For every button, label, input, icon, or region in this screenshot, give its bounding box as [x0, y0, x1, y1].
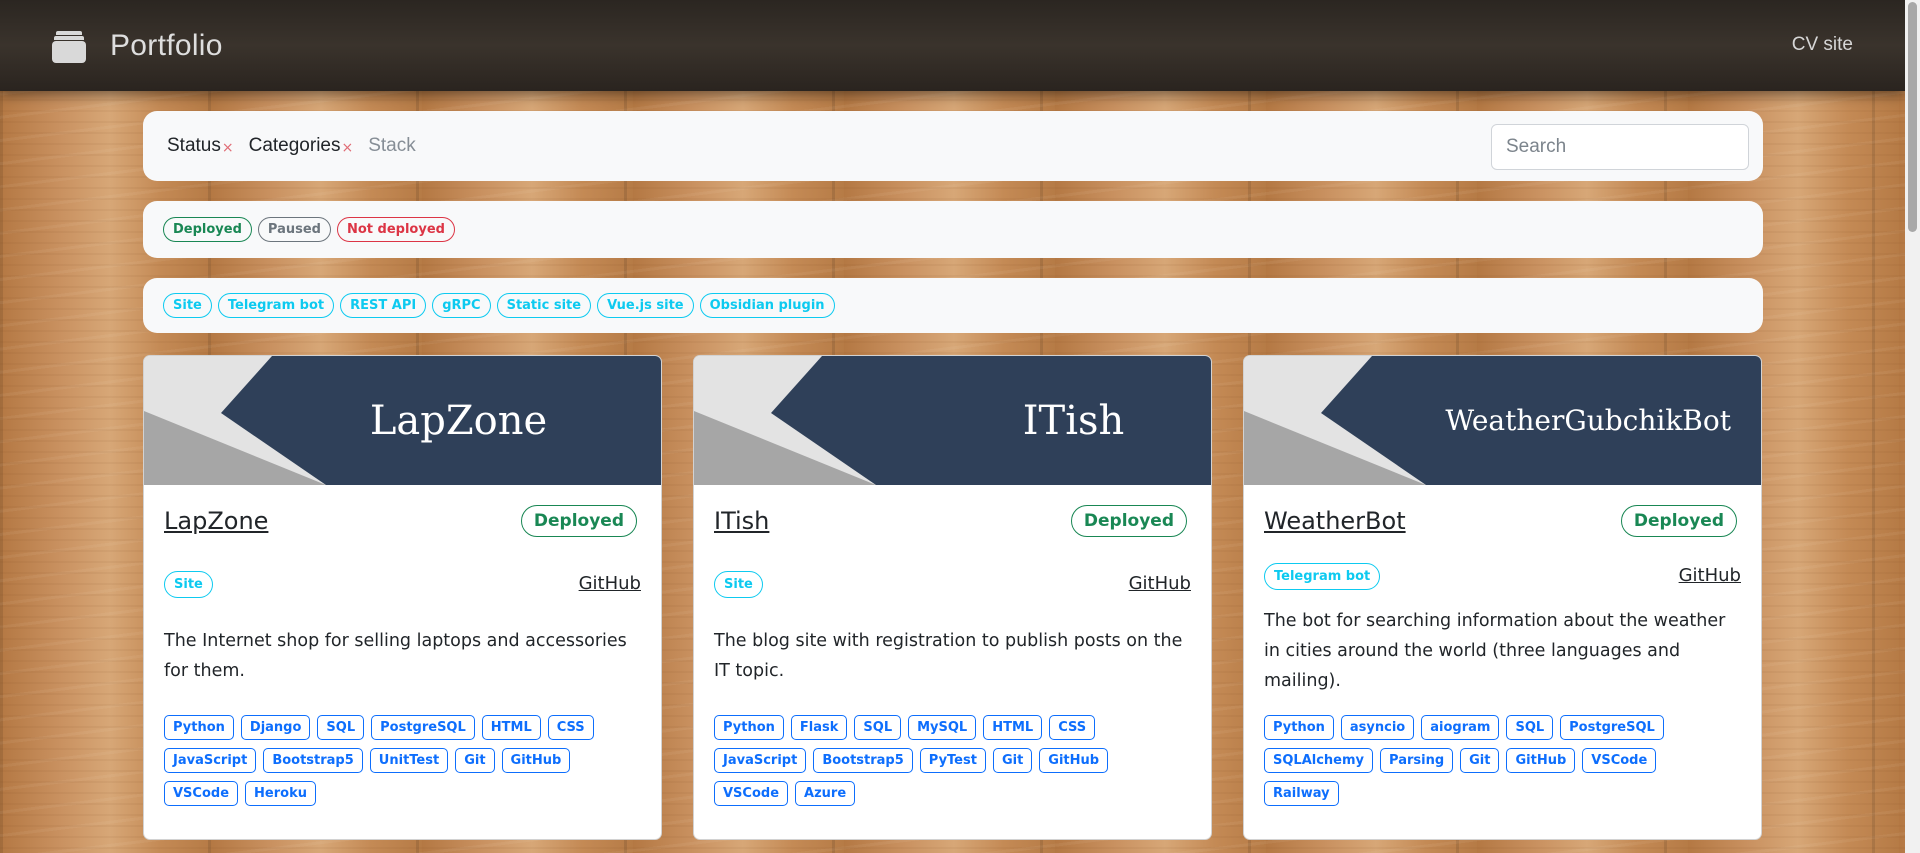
- project-description: The Internet shop for selling laptops an…: [164, 631, 627, 681]
- banner-title: WeatherGubchikBot: [1445, 404, 1731, 437]
- tech-tag: HTML: [983, 715, 1043, 740]
- cv-site-link[interactable]: CV site: [1792, 34, 1853, 56]
- tech-tag: Django: [240, 715, 311, 740]
- project-title-link[interactable]: ITish: [714, 507, 769, 535]
- status-option-paused[interactable]: Paused: [257, 217, 331, 242]
- github-link[interactable]: GitHub: [1679, 565, 1741, 586]
- status-option-deployed[interactable]: Deployed: [163, 217, 252, 242]
- tech-tag: GitHub: [501, 748, 571, 773]
- stack-filter-toggle[interactable]: Stack: [368, 135, 416, 157]
- status-filter-clear-icon[interactable]: ×: [222, 140, 234, 156]
- banner-title: ITish: [1022, 397, 1125, 444]
- status-filter-toggle[interactable]: Status ×: [167, 135, 234, 157]
- brand-name: Portfolio: [110, 28, 223, 62]
- project-description: The bot for searching information about …: [1264, 611, 1726, 691]
- category-badge: Telegram bot: [1264, 563, 1381, 590]
- tech-tag: SQL: [1506, 715, 1554, 740]
- categories-filter-label: Categories: [248, 135, 341, 156]
- project-banner: LapZone: [144, 356, 661, 485]
- tech-tag: Heroku: [245, 781, 316, 806]
- tech-tag: CSS: [547, 715, 594, 740]
- tech-tag: GitHub: [1506, 748, 1576, 773]
- tech-tag: PostgreSQL: [1560, 715, 1664, 740]
- scrollbar-thumb[interactable]: [1908, 2, 1917, 232]
- project-card: ITish ITish Deployed Site GitHub The blo…: [693, 355, 1212, 840]
- status-filter-label: Status: [167, 135, 221, 156]
- top-navbar: Portfolio CV site: [0, 0, 1905, 91]
- project-title-link[interactable]: LapZone: [164, 507, 268, 535]
- tech-tag: PostgreSQL: [371, 715, 475, 740]
- layers-icon: [52, 29, 86, 63]
- tech-tag: Git: [455, 748, 495, 773]
- tech-tag: asyncio: [1340, 715, 1415, 740]
- tech-tag: aiogram: [1421, 715, 1500, 740]
- project-card: WeatherGubchikBot WeatherBot Deployed Te…: [1243, 355, 1762, 840]
- tech-tag: Git: [1460, 748, 1500, 773]
- tech-tags: Python Django SQL PostgreSQL HTML CSS Ja…: [164, 715, 644, 814]
- tech-tag: SQL: [854, 715, 902, 740]
- tech-tags: Python Flask SQL MySQL HTML CSS JavaScri…: [714, 715, 1194, 814]
- status-badge: Deployed: [1070, 505, 1187, 537]
- status-badge: Deployed: [1620, 505, 1737, 537]
- category-option-telegram-bot[interactable]: Telegram bot: [217, 293, 335, 318]
- status-option-not-deployed[interactable]: Not deployed: [336, 217, 455, 242]
- project-banner: ITish: [694, 356, 1211, 485]
- category-option-vuejs-site[interactable]: Vue.js site: [597, 293, 694, 318]
- project-title-link[interactable]: WeatherBot: [1264, 507, 1406, 535]
- categories-filter-clear-icon[interactable]: ×: [342, 140, 354, 156]
- github-link[interactable]: GitHub: [1129, 573, 1191, 594]
- tech-tag: SQL: [317, 715, 365, 740]
- tech-tag: Azure: [795, 781, 856, 806]
- brand-link[interactable]: Portfolio: [52, 29, 223, 63]
- stack-filter-label: Stack: [368, 135, 416, 156]
- status-badge: Deployed: [520, 505, 637, 537]
- tech-tag: SQLAlchemy: [1264, 748, 1374, 773]
- tech-tag: VSCode: [1582, 748, 1657, 773]
- search-input[interactable]: [1491, 124, 1749, 170]
- tech-tags: Python asyncio aiogram SQL PostgreSQL SQ…: [1264, 715, 1744, 814]
- tech-tag: Git: [992, 748, 1033, 773]
- page-scrollbar[interactable]: [1905, 0, 1920, 853]
- tech-tag: JavaScript: [714, 748, 807, 773]
- tech-tag: PyTest: [919, 748, 986, 773]
- tech-tag: MySQL: [908, 715, 977, 740]
- tech-tag: GitHub: [1039, 748, 1109, 773]
- banner-title: LapZone: [369, 397, 548, 444]
- project-banner: WeatherGubchikBot: [1244, 356, 1761, 485]
- tech-tag: Flask: [790, 715, 848, 740]
- filter-bar: Status × Categories × Stack: [143, 111, 1763, 181]
- category-badge: Site: [164, 571, 213, 598]
- category-option-rest-api[interactable]: REST API: [340, 293, 427, 318]
- tech-tag: Bootstrap5: [263, 748, 363, 773]
- status-filter-row: Deployed Paused Not deployed: [143, 201, 1763, 258]
- tech-tag: Bootstrap5: [813, 748, 913, 773]
- github-link[interactable]: GitHub: [579, 573, 641, 594]
- category-option-obsidian-plugin[interactable]: Obsidian plugin: [699, 293, 835, 318]
- project-description: The blog site with registration to publi…: [714, 631, 1183, 681]
- tech-tag: Python: [1264, 715, 1334, 740]
- tech-tag: Python: [164, 715, 234, 740]
- category-badge: Site: [714, 571, 763, 598]
- category-option-site[interactable]: Site: [163, 293, 212, 318]
- tech-tag: JavaScript: [164, 748, 257, 773]
- tech-tag: Railway: [1264, 781, 1339, 806]
- tech-tag: HTML: [481, 715, 541, 740]
- tech-tag: Parsing: [1380, 748, 1454, 773]
- tech-tag: Python: [714, 715, 784, 740]
- tech-tag: CSS: [1049, 715, 1096, 740]
- category-option-grpc[interactable]: gRPC: [432, 293, 491, 318]
- categories-filter-toggle[interactable]: Categories ×: [249, 135, 354, 157]
- category-filter-row: Site Telegram bot REST API gRPC Static s…: [143, 278, 1763, 333]
- category-option-static-site[interactable]: Static site: [496, 293, 592, 318]
- tech-tag: VSCode: [714, 781, 789, 806]
- project-card: LapZone LapZone Deployed Site GitHub The…: [143, 355, 662, 840]
- tech-tag: UnitTest: [369, 748, 449, 773]
- tech-tag: VSCode: [164, 781, 239, 806]
